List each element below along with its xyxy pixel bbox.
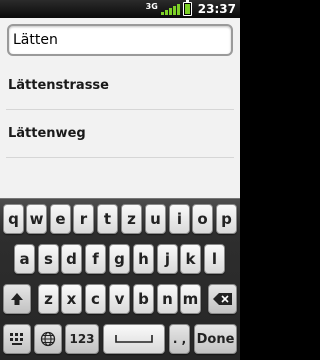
list-item[interactable]: Lättenweg [6, 110, 234, 158]
key-n[interactable]: n [157, 284, 178, 314]
key-z[interactable]: z [121, 204, 142, 234]
key-d[interactable]: d [61, 244, 82, 274]
key-m[interactable]: m [180, 284, 201, 314]
key-v[interactable]: v [109, 284, 130, 314]
key-z-row3[interactable]: z [38, 284, 59, 314]
shift-key[interactable] [3, 284, 31, 314]
shift-arrow-icon [11, 293, 23, 305]
list-item[interactable]: Lättenstrasse [6, 62, 234, 110]
key-b[interactable]: b [133, 284, 154, 314]
status-icons: 3G 23:37 [145, 0, 236, 17]
key-q[interactable]: q [3, 204, 24, 234]
key-f[interactable]: f [85, 244, 106, 274]
symbols-grid-icon [10, 333, 23, 345]
backspace-key[interactable] [208, 284, 237, 314]
key-r[interactable]: r [73, 204, 94, 234]
symbols-key[interactable] [3, 324, 31, 354]
space-key[interactable] [103, 324, 165, 354]
key-t[interactable]: t [97, 204, 118, 234]
key-p[interactable]: p [216, 204, 237, 234]
key-c[interactable]: c [85, 284, 106, 314]
language-key[interactable] [34, 324, 62, 354]
key-h[interactable]: h [133, 244, 154, 274]
globe-icon [40, 331, 56, 347]
key-e[interactable]: e [50, 204, 71, 234]
suggestion-list: Lättenstrasse Lättenweg [0, 62, 240, 158]
key-g[interactable]: g [109, 244, 130, 274]
search-screen: Lättenstrasse Lättenweg [0, 18, 240, 198]
backspace-icon [212, 293, 232, 305]
key-l[interactable]: l [204, 244, 225, 274]
search-input[interactable] [13, 29, 223, 51]
key-w[interactable]: w [26, 204, 47, 234]
punctuation-key[interactable]: . , [169, 324, 190, 354]
list-item-label: Lättenweg [8, 126, 86, 141]
list-item-label: Lättenstrasse [8, 78, 109, 93]
key-u[interactable]: u [145, 204, 166, 234]
key-i[interactable]: i [169, 204, 190, 234]
battery-icon [182, 0, 192, 16]
network-type: 3G [145, 2, 158, 11]
space-bar-icon [115, 335, 153, 343]
key-j[interactable]: j [157, 244, 178, 274]
numbers-key[interactable]: 123 [65, 324, 99, 354]
key-x[interactable]: x [61, 284, 82, 314]
done-key[interactable]: Done [194, 324, 237, 354]
key-s[interactable]: s [38, 244, 59, 274]
signal-icon [160, 3, 180, 15]
key-o[interactable]: o [192, 204, 213, 234]
key-a[interactable]: a [14, 244, 35, 274]
key-k[interactable]: k [180, 244, 201, 274]
search-field[interactable] [7, 24, 233, 56]
keyboard: q w e r t z u i o p a s d f g h j k l z … [0, 198, 240, 360]
status-bar: 3G 23:37 [0, 0, 240, 18]
clock: 23:37 [197, 2, 236, 16]
